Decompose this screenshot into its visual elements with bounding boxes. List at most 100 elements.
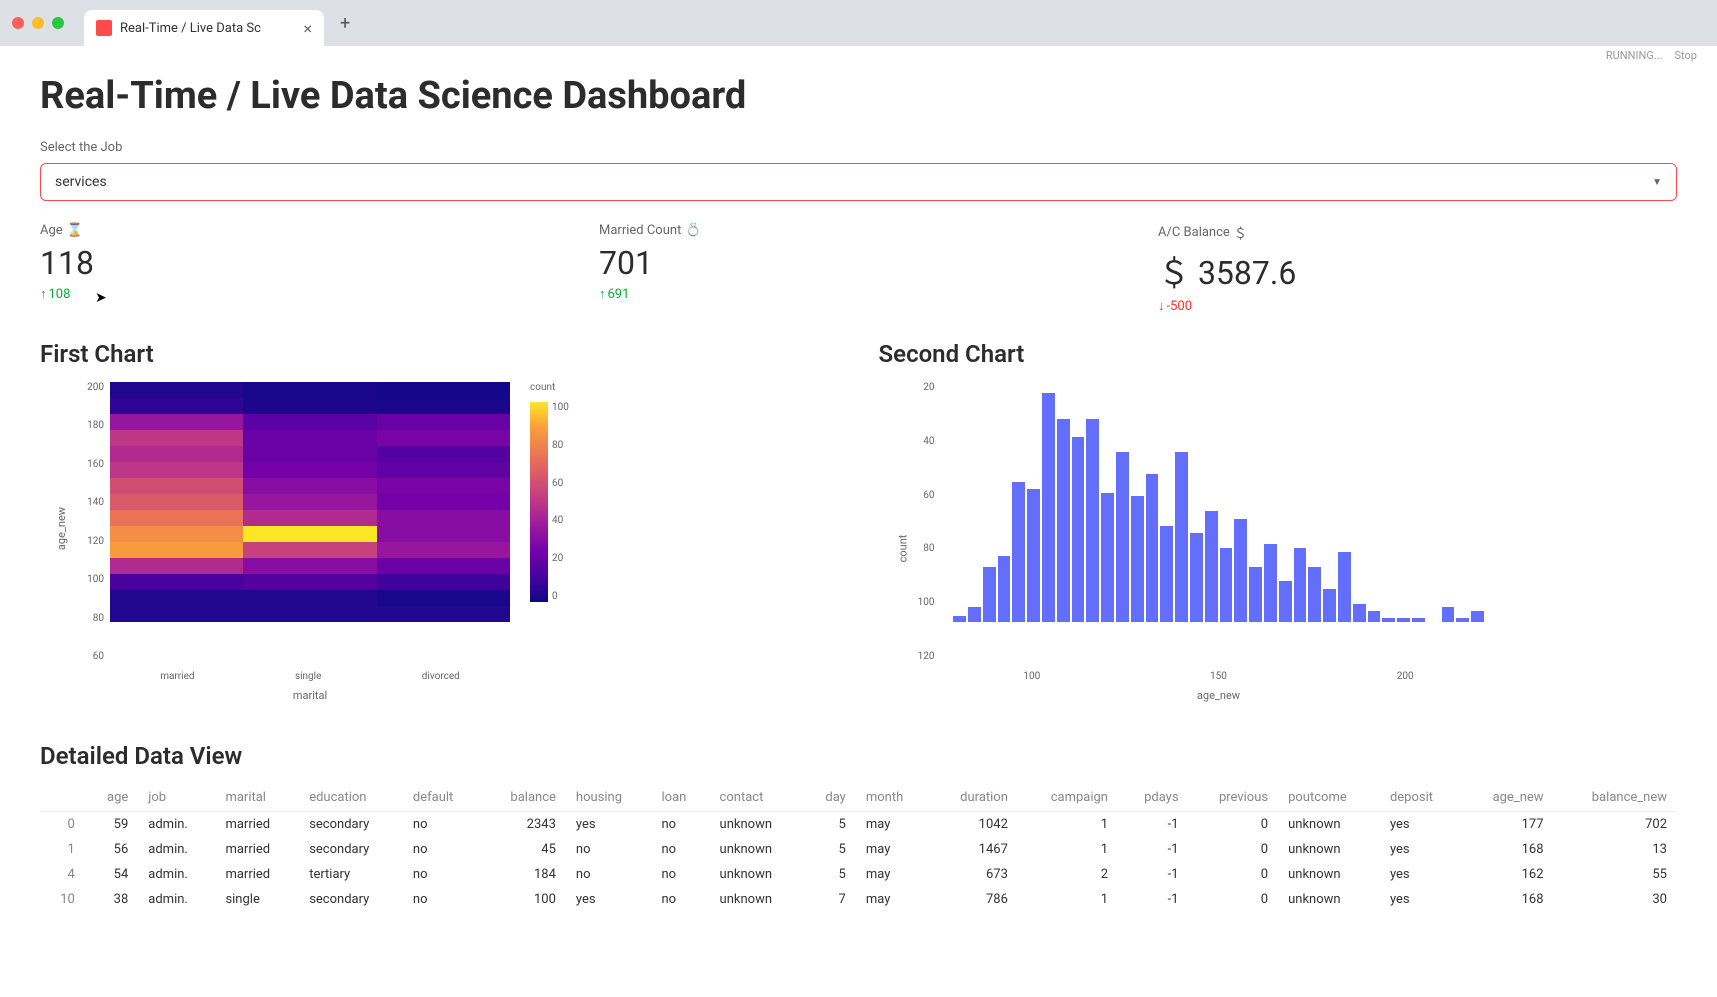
table-header[interactable]: day bbox=[803, 784, 855, 812]
table-cell: no bbox=[566, 862, 652, 887]
histogram-bar bbox=[1382, 618, 1395, 622]
table-cell: 2 bbox=[1018, 862, 1118, 887]
tab-close-button[interactable]: × bbox=[303, 19, 312, 38]
table-cell: yes bbox=[566, 887, 652, 912]
table-header[interactable]: pdays bbox=[1118, 784, 1189, 812]
hist-ylabel: count bbox=[896, 535, 909, 563]
histogram-bar bbox=[1456, 618, 1469, 622]
table-header[interactable]: age_new bbox=[1462, 784, 1554, 812]
heatmap-cell bbox=[243, 382, 376, 398]
table-row[interactable]: 1038admin.singlesecondaryno100yesnounkno… bbox=[40, 887, 1677, 912]
heatmap-cell bbox=[377, 494, 510, 510]
table-cell: 0 bbox=[1189, 887, 1279, 912]
heatmap-cell bbox=[377, 574, 510, 590]
table-header[interactable]: deposit bbox=[1380, 784, 1462, 812]
table-row[interactable]: 059admin.marriedsecondaryno2343yesnounkn… bbox=[40, 812, 1677, 838]
stop-button[interactable]: Stop bbox=[1675, 49, 1697, 62]
heatmap-cell bbox=[377, 542, 510, 558]
heatmap-cell bbox=[243, 590, 376, 606]
table-cell: 10 bbox=[40, 887, 85, 912]
histogram-bar bbox=[1116, 452, 1129, 622]
chart-title: Second Chart bbox=[879, 340, 1678, 368]
table-header[interactable]: loan bbox=[652, 784, 710, 812]
table-header[interactable]: month bbox=[856, 784, 930, 812]
job-select[interactable]: services ▼ bbox=[40, 163, 1677, 201]
arrow-up-icon: ↑ bbox=[40, 286, 47, 302]
histogram-chart[interactable]: count 12010080604020 100150200 age_new bbox=[879, 382, 1678, 702]
table-cell: 100 bbox=[481, 887, 566, 912]
heatmap-cell bbox=[110, 558, 243, 574]
histogram-bar bbox=[1160, 526, 1173, 622]
table-cell: admin. bbox=[138, 812, 215, 838]
histogram-bar bbox=[953, 616, 966, 622]
table-header[interactable]: marital bbox=[215, 784, 299, 812]
new-tab-button[interactable]: + bbox=[332, 13, 358, 34]
table-cell: 13 bbox=[1554, 837, 1677, 862]
histogram-bar bbox=[1220, 548, 1233, 622]
metric-value: ＄ 3587.6 bbox=[1158, 248, 1677, 294]
heatmap-xticks: marriedsingledivorced bbox=[110, 671, 510, 682]
table-cell: no bbox=[566, 837, 652, 862]
table-header[interactable]: previous bbox=[1189, 784, 1279, 812]
browser-tab[interactable]: Real-Time / Live Data Sc × bbox=[84, 10, 324, 46]
table-cell: 162 bbox=[1462, 862, 1554, 887]
table-header[interactable]: housing bbox=[566, 784, 652, 812]
window-minimize-button[interactable] bbox=[32, 17, 44, 29]
histogram-bar bbox=[1175, 452, 1188, 622]
heatmap-cell bbox=[377, 446, 510, 462]
table-header[interactable]: age bbox=[85, 784, 138, 812]
table-cell: yes bbox=[1380, 837, 1462, 862]
histogram-bar bbox=[1190, 533, 1203, 622]
table-row[interactable]: 454admin.marriedtertiaryno184nonounknown… bbox=[40, 862, 1677, 887]
table-header[interactable] bbox=[40, 784, 85, 812]
heatmap-cell bbox=[377, 462, 510, 478]
metric-value: 118 bbox=[40, 244, 559, 282]
heatmap-cell bbox=[377, 414, 510, 430]
histogram-bar bbox=[1086, 419, 1099, 622]
table-cell: 1 bbox=[1018, 837, 1118, 862]
heatmap-cell bbox=[110, 526, 243, 542]
table-cell: no bbox=[403, 837, 481, 862]
window-close-button[interactable] bbox=[12, 17, 24, 29]
table-header[interactable]: contact bbox=[710, 784, 804, 812]
table-cell: unknown bbox=[1278, 837, 1380, 862]
metric-age: Age⌛ 118 ↑ 108 bbox=[40, 223, 559, 314]
table-cell: no bbox=[652, 812, 710, 838]
histogram-bar bbox=[1397, 618, 1410, 622]
heatmap-cell bbox=[243, 542, 376, 558]
table-cell: married bbox=[215, 862, 299, 887]
table-header[interactable]: balance bbox=[481, 784, 566, 812]
table-cell: 168 bbox=[1462, 837, 1554, 862]
table-cell: unknown bbox=[1278, 887, 1380, 912]
heatmap-cell bbox=[243, 414, 376, 430]
traffic-lights bbox=[12, 17, 64, 29]
histogram-bar bbox=[968, 607, 981, 622]
table-cell: no bbox=[652, 862, 710, 887]
window-maximize-button[interactable] bbox=[52, 17, 64, 29]
heatmap-cell bbox=[110, 398, 243, 414]
colorbar-label: count bbox=[530, 382, 555, 393]
table-cell: admin. bbox=[138, 837, 215, 862]
data-table[interactable]: agejobmaritaleducationdefaultbalancehous… bbox=[40, 784, 1677, 912]
colorbar-ticks: 100806040200 bbox=[552, 402, 569, 602]
table-header[interactable]: poutcome bbox=[1278, 784, 1380, 812]
table-cell: no bbox=[403, 812, 481, 838]
table-cell: 38 bbox=[85, 887, 138, 912]
table-header[interactable]: campaign bbox=[1018, 784, 1118, 812]
table-cell: 7 bbox=[803, 887, 855, 912]
heatmap-cell bbox=[110, 478, 243, 494]
heatmap-chart[interactable]: age_new 2001801601401201008060 marriedsi… bbox=[40, 382, 839, 702]
table-header[interactable]: balance_new bbox=[1554, 784, 1677, 812]
table-header[interactable]: duration bbox=[930, 784, 1018, 812]
heatmap-cell bbox=[243, 574, 376, 590]
heatmap-cell bbox=[110, 430, 243, 446]
histogram-bar bbox=[1471, 611, 1484, 622]
table-cell: 177 bbox=[1462, 812, 1554, 838]
table-row[interactable]: 156admin.marriedsecondaryno45nonounknown… bbox=[40, 837, 1677, 862]
table-header[interactable]: education bbox=[299, 784, 403, 812]
table-cell: 59 bbox=[85, 812, 138, 838]
table-cell: unknown bbox=[710, 862, 804, 887]
table-header[interactable]: job bbox=[138, 784, 215, 812]
histogram-bar bbox=[1072, 437, 1085, 622]
table-header[interactable]: default bbox=[403, 784, 481, 812]
